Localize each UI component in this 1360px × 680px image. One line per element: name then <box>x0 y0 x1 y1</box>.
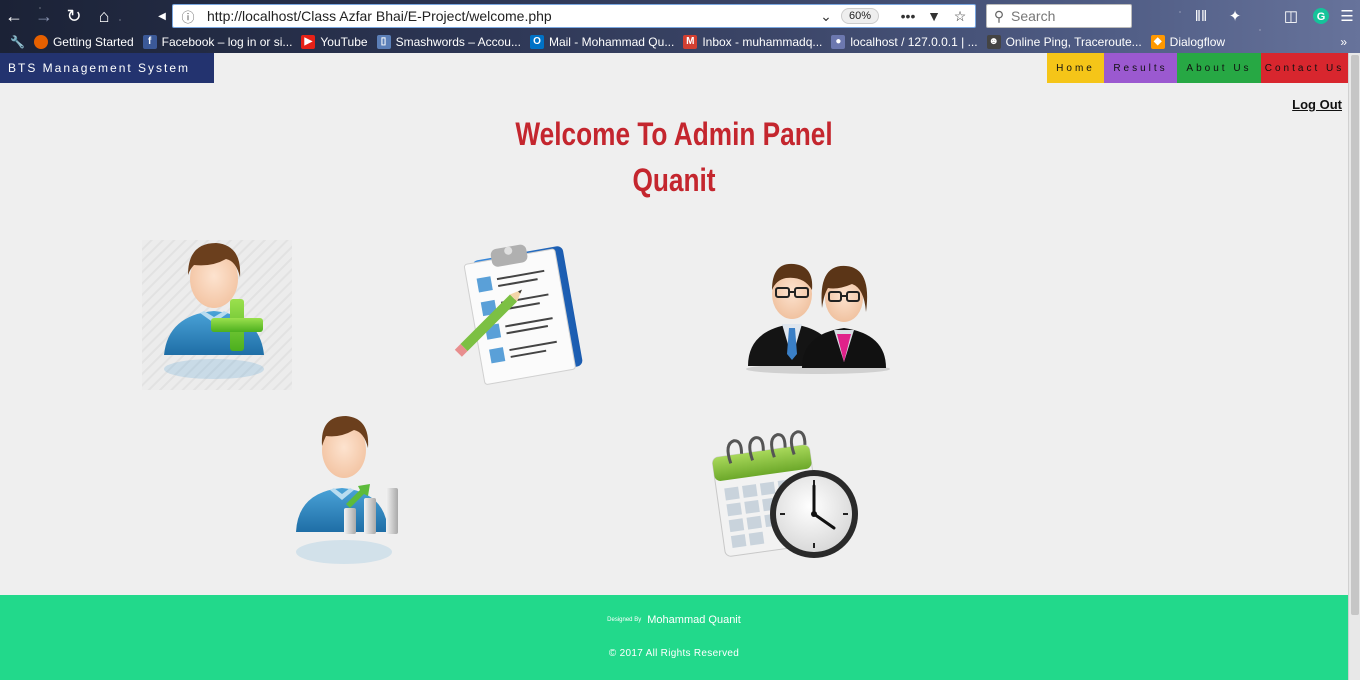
grammarly-icon[interactable]: G <box>1310 5 1332 27</box>
reload-icon[interactable]: ↻ <box>62 4 86 28</box>
bookmark-tools-icon[interactable]: 🔧 <box>10 35 25 49</box>
gmail-icon: M <box>683 34 698 49</box>
bookmark-star-icon[interactable]: ☆ <box>949 8 971 25</box>
sidebar-toggle-icon[interactable]: ◀ <box>150 4 174 28</box>
search-placeholder[interactable]: Search <box>1011 8 1055 24</box>
bookmarks-overflow-icon[interactable]: » <box>1340 35 1347 49</box>
youtube-icon: ▶ <box>301 34 316 49</box>
nav-contact-us[interactable]: Contact Us <box>1261 53 1348 83</box>
url-text[interactable]: http://localhost/Class Azfar Bhai/E-Proj… <box>207 8 815 24</box>
bookmark-item[interactable]: ▶ YouTube <box>301 34 368 49</box>
more-actions-icon[interactable]: ••• <box>897 8 919 24</box>
nav-about-us[interactable]: About Us <box>1177 53 1261 83</box>
site-nav: Home Results About Us Contact Us <box>1047 53 1348 83</box>
user-stats-icon <box>296 416 398 564</box>
url-bar[interactable]: ⓘ http://localhost/Class Azfar Bhai/E-Pr… <box>172 4 976 28</box>
bookmark-item[interactable]: ▯ Smashwords – Accou... <box>376 34 521 49</box>
bookmark-item[interactable]: ☻ Online Ping, Traceroute... <box>986 34 1142 49</box>
designer-name: Mohammad Quanit <box>647 614 741 626</box>
bookmark-item[interactable]: f Facebook – log in or si... <box>142 34 292 49</box>
nav-results[interactable]: Results <box>1104 53 1177 83</box>
site-info-icon[interactable]: ⓘ <box>177 5 199 27</box>
bookmarks-bar: 🔧 Getting Started f Facebook – log in or … <box>0 30 1360 53</box>
search-box[interactable]: ⚲ Search <box>986 4 1132 28</box>
page-scrollbar[interactable] <box>1348 53 1360 680</box>
logout-link[interactable]: Log Out <box>1292 97 1342 112</box>
clipboard-list-icon <box>454 244 583 385</box>
dialogflow-icon: ◆ <box>1150 34 1165 49</box>
clipboard-tile[interactable] <box>453 240 583 385</box>
add-user-icon <box>142 240 292 390</box>
zoom-level-badge[interactable]: 60% <box>840 8 879 24</box>
menu-icon[interactable]: ☰ <box>1336 5 1358 27</box>
user-stats-tile[interactable] <box>294 412 408 572</box>
facebook-icon: f <box>142 34 157 49</box>
search-icon: ⚲ <box>993 7 1005 24</box>
smashwords-icon: ▯ <box>376 34 391 49</box>
users-group-tile[interactable] <box>742 258 894 378</box>
pocket-icon[interactable]: ▼ <box>923 8 945 24</box>
back-icon[interactable]: ← <box>2 4 26 28</box>
add-user-tile[interactable] <box>142 237 292 391</box>
admin-name: Quanit <box>632 162 716 198</box>
extensions-icon[interactable]: ✦ <box>1224 5 1246 27</box>
copyright-text: © 2017 All Rights Reserved <box>608 648 740 659</box>
svg-text:G: G <box>1317 11 1326 23</box>
chevron-down-icon[interactable]: ⌄ <box>815 8 837 25</box>
users-group-icon <box>746 263 890 374</box>
nav-home[interactable]: Home <box>1047 53 1104 83</box>
footer: Designed By Mohammad Quanit © 2017 All R… <box>0 595 1348 680</box>
home-icon[interactable]: ⌂ <box>92 4 116 28</box>
library-icon[interactable]: ‖‖ <box>1190 5 1212 27</box>
bookmark-item[interactable]: ◆ Dialogflow <box>1150 34 1225 49</box>
bookmark-item[interactable]: M Inbox - muhammadq... <box>683 34 822 49</box>
phpmyadmin-icon: ● <box>831 34 846 49</box>
bookmark-item[interactable]: Getting Started <box>33 34 134 49</box>
bookmark-item[interactable]: O Mail - Mohammad Qu... <box>529 34 674 49</box>
designer-credit: Designed By Mohammad Quanit <box>0 614 1348 626</box>
scrollbar-thumb[interactable] <box>1351 55 1359 615</box>
sidebar-icon[interactable]: ◫ <box>1280 5 1302 27</box>
forward-icon[interactable]: → <box>32 4 56 28</box>
ping-icon: ☻ <box>986 34 1001 49</box>
firefox-icon <box>33 34 48 49</box>
welcome-heading: Welcome To Admin Panel <box>515 116 833 152</box>
calendar-clock-icon <box>712 430 858 558</box>
outlook-icon: O <box>529 34 544 49</box>
site-brand[interactable]: BTS Management System <box>0 53 214 83</box>
bookmark-item[interactable]: ● localhost / 127.0.0.1 | ... <box>831 34 978 49</box>
calendar-clock-tile[interactable] <box>712 428 860 564</box>
designed-by-label: Designed By <box>607 617 642 624</box>
browser-chrome: ← → ↻ ⌂ ◀ ⓘ http://localhost/Class Azfar… <box>0 0 1360 53</box>
